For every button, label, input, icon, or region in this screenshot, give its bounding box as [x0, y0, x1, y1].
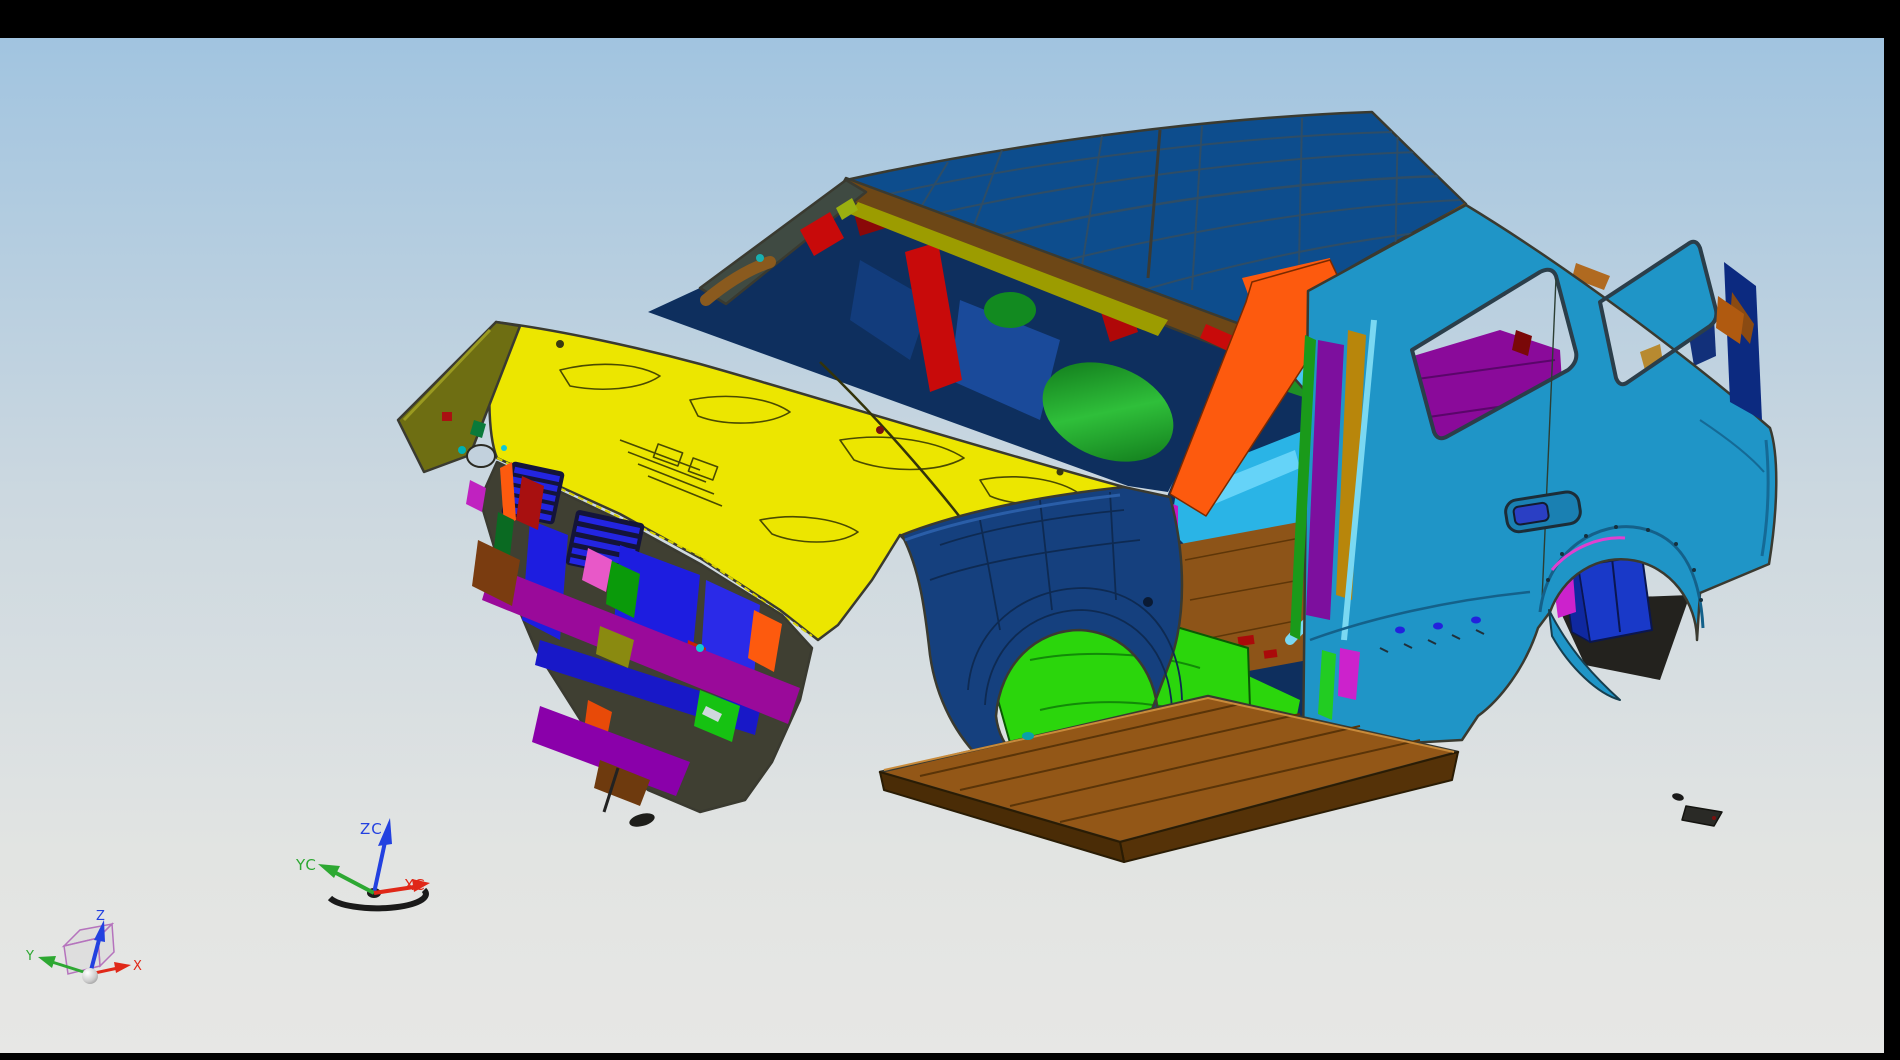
- datum-x-label: X: [133, 959, 142, 974]
- wcs-yc-label: YC: [295, 856, 317, 874]
- datum-origin-sphere[interactable]: [82, 968, 98, 984]
- cad-viewport-canvas[interactable]: ZC YC XC Z Y: [0, 0, 1900, 1060]
- window-top-bar: [0, 0, 1900, 38]
- headlamp-opening: [467, 445, 495, 467]
- wcs-xc-label: XC: [404, 876, 426, 894]
- wcs-zc-label: ZC: [360, 820, 383, 838]
- window-bottom-bar: [0, 1053, 1900, 1060]
- window-right-bar: [1884, 0, 1900, 1060]
- datum-y-label: Y: [25, 949, 34, 964]
- datum-z-label: Z: [96, 909, 105, 924]
